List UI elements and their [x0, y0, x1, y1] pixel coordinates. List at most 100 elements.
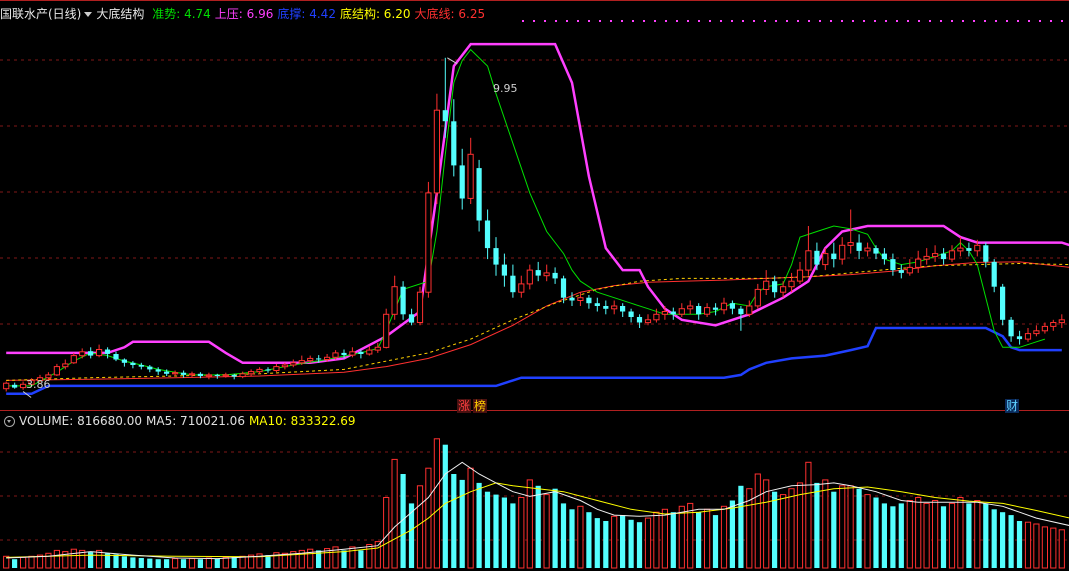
top-marker-dot — [830, 20, 832, 22]
volume-bar — [1008, 515, 1014, 568]
volume-bar — [822, 479, 829, 569]
resistance-series — [6, 42, 1069, 365]
volume-bar — [670, 512, 676, 568]
volume-bar — [704, 508, 711, 569]
candle-body — [62, 363, 69, 368]
volume-bar — [535, 485, 541, 568]
trend-series — [6, 48, 1046, 387]
indicator-value-item: 底撑: 4.42 — [277, 7, 336, 21]
candle-body — [358, 351, 364, 354]
top-marker-dot — [786, 20, 788, 22]
volume-bar — [906, 500, 913, 569]
top-marker-dot — [929, 20, 931, 22]
candle-body — [214, 374, 220, 376]
top-marker-dot — [896, 20, 898, 22]
candle-body — [391, 286, 398, 315]
candle-body — [273, 366, 280, 372]
top-marker-dot — [731, 20, 733, 22]
candle-body — [796, 269, 804, 282]
candle-body — [594, 303, 600, 306]
volume-bar — [594, 518, 600, 568]
volume-bar — [121, 556, 127, 568]
ranking-badge[interactable]: 榜 — [473, 399, 488, 413]
volume-bar — [864, 494, 871, 569]
volume-bar — [510, 503, 516, 568]
candle-body — [205, 374, 213, 377]
volume-bar — [433, 438, 440, 569]
top-marker-dot — [918, 20, 920, 22]
volume-bar — [831, 491, 837, 568]
indicator-name: 大底结构 — [96, 7, 145, 21]
collapse-indicator-icon[interactable] — [4, 416, 15, 427]
volume-value-item: MA10: 833322.69 — [248, 414, 356, 428]
top-marker-dot — [709, 20, 711, 22]
candle-body — [1050, 322, 1057, 327]
candle-body — [763, 280, 770, 291]
candle-body — [400, 286, 406, 315]
top-marker-dot — [566, 20, 568, 22]
candle-body — [1024, 333, 1032, 340]
top-marker-dot — [1039, 20, 1041, 22]
candle-body — [12, 384, 18, 388]
candle-body — [923, 255, 930, 260]
candle-body — [729, 303, 735, 309]
volume-bar — [636, 522, 643, 568]
chart-canvas[interactable] — [0, 0, 1069, 571]
volume-bar — [1041, 526, 1049, 569]
candle-body — [324, 356, 331, 360]
volume-bar — [957, 497, 964, 569]
candle-body — [653, 313, 660, 321]
top-marker-dot — [577, 20, 579, 22]
candle-body — [1016, 336, 1023, 340]
top-marker-dot — [808, 20, 810, 22]
stock-chart-window: 国联水产(日线) 大底结构 准势: 4.74 上压: 6.96 底撑: 4.42 底结构… — [0, 0, 1069, 571]
candle-body — [1008, 319, 1014, 337]
volume-bar — [493, 494, 499, 568]
volume-bar — [560, 503, 567, 568]
volume-bar — [214, 558, 220, 568]
financial-report-badge[interactable]: 财 — [1005, 399, 1020, 413]
main-chart-header: 国联水产(日线) 大底结构 准势: 4.74 上压: 6.96 底撑: 4.42 底结构… — [0, 6, 493, 22]
top-marker-dot — [555, 20, 557, 22]
candle-body — [543, 272, 550, 277]
dropdown-triangle-icon[interactable] — [84, 11, 93, 17]
candle-body — [79, 351, 86, 357]
candle-body — [239, 373, 246, 378]
top-marker-dot — [753, 20, 755, 22]
volume-chart-header: VOLUME: 816680.00 MA5: 710021.06 MA10: 833… — [0, 413, 364, 429]
volume-bar — [1033, 523, 1040, 569]
volume-bar — [476, 482, 482, 568]
volume-bar — [696, 512, 702, 568]
volume-value-item: VOLUME: 816680.00 — [19, 414, 142, 428]
volume-bar — [501, 497, 507, 568]
top-marker-dot — [885, 20, 887, 22]
volume-bar — [197, 559, 203, 568]
candle-body — [940, 253, 947, 260]
limit-up-badge[interactable]: 涨 — [457, 399, 472, 413]
top-marker-dot — [852, 20, 854, 22]
top-marker-dot — [1017, 20, 1019, 22]
volume-bar — [620, 515, 626, 568]
volume-bar — [1000, 512, 1006, 568]
volume-bar — [1016, 521, 1023, 568]
candle-body — [476, 168, 482, 221]
candle-body — [164, 371, 170, 374]
volume-bar — [754, 473, 761, 569]
candle-body — [704, 307, 711, 315]
candle-body — [932, 253, 939, 257]
candle-body — [746, 305, 753, 315]
top-marker-dot — [588, 20, 590, 22]
candle-body — [290, 362, 297, 366]
candle-body — [433, 109, 440, 194]
candle-body — [121, 359, 127, 363]
candle-body — [70, 355, 77, 364]
volume-bar — [603, 521, 609, 568]
candle-body — [451, 121, 457, 166]
candle-body — [416, 291, 424, 324]
volume-bar — [839, 485, 846, 569]
candle-body — [298, 360, 305, 364]
volume-bar — [239, 555, 246, 569]
candle-body — [873, 248, 879, 254]
candle-body — [780, 286, 787, 293]
volume-bar — [138, 558, 144, 568]
